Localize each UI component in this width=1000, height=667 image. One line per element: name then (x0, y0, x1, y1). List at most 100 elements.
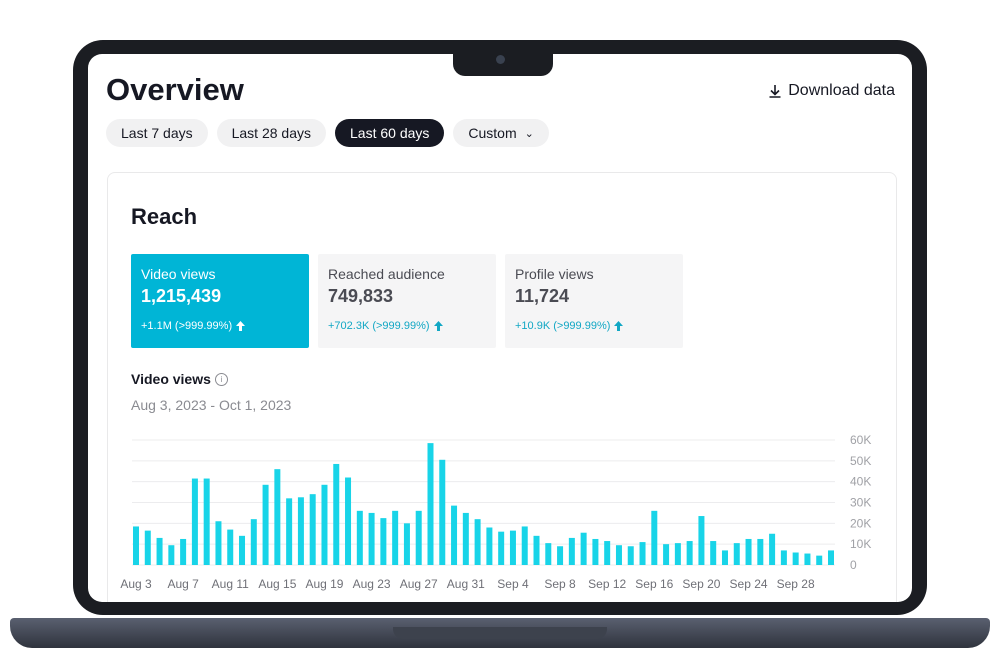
x-tick-label: Aug 11 (212, 577, 249, 591)
x-tick-label: Sep 28 (777, 577, 815, 591)
app-screen: Overview Download data Last 7 days Last … (88, 54, 912, 602)
x-tick-label: Sep 8 (544, 577, 576, 591)
y-tick-label: 10K (850, 537, 871, 551)
filter-label: Last 7 days (121, 125, 193, 141)
filter-custom-dropdown[interactable]: Custom ⌄ (453, 119, 549, 147)
chart-bar[interactable] (274, 469, 281, 565)
x-tick-label: Sep 4 (497, 577, 529, 591)
chart-bar[interactable] (227, 529, 234, 565)
x-tick-label: Sep 16 (635, 577, 673, 591)
chart-bar[interactable] (144, 530, 151, 565)
y-tick-label: 0 (850, 558, 857, 572)
chart-bar[interactable] (580, 532, 587, 565)
x-tick-label: Aug 27 (400, 577, 438, 591)
x-tick-label: Aug 19 (305, 577, 343, 591)
chart-bar[interactable] (427, 443, 434, 565)
chart-bar[interactable] (250, 519, 257, 565)
chart-bar[interactable] (439, 459, 446, 565)
filter-last-7-days[interactable]: Last 7 days (106, 119, 208, 147)
chart-bar[interactable] (604, 541, 611, 565)
chart-bar[interactable] (733, 543, 740, 565)
chart-bar[interactable] (133, 526, 139, 565)
x-tick-label: Sep 12 (588, 577, 626, 591)
chart-bar[interactable] (392, 510, 399, 565)
chart-bar[interactable] (380, 518, 387, 565)
x-tick-label: Sep 20 (682, 577, 720, 591)
chart-bar[interactable] (780, 550, 787, 565)
chart-bar[interactable] (451, 505, 458, 565)
chart-bar[interactable] (356, 510, 363, 565)
x-tick-label: Aug 23 (353, 577, 391, 591)
chart-bar[interactable] (639, 542, 646, 565)
chart-bar[interactable] (345, 477, 352, 566)
chart-bar[interactable] (804, 553, 811, 565)
chart-bar[interactable] (557, 546, 564, 565)
chart-bar[interactable] (156, 537, 163, 565)
chart-bar[interactable] (769, 533, 776, 565)
chart-bar[interactable] (651, 510, 658, 565)
chart-bar[interactable] (415, 510, 422, 565)
chart-bar[interactable] (816, 555, 823, 565)
x-tick-label: Aug 31 (447, 577, 485, 591)
chart-bar[interactable] (239, 535, 246, 565)
chart-bar[interactable] (191, 478, 198, 565)
chart-bar[interactable] (792, 552, 799, 566)
chart-bar[interactable] (509, 530, 516, 565)
y-tick-label: 20K (850, 516, 871, 530)
chart-bar[interactable] (462, 512, 469, 565)
chart-bar[interactable] (828, 550, 834, 565)
chart-bar[interactable] (710, 541, 717, 565)
y-tick-label: 50K (850, 454, 871, 468)
chart-bar[interactable] (474, 519, 481, 565)
chart-bar[interactable] (168, 545, 175, 565)
chart-bar[interactable] (333, 463, 340, 565)
chart-bar[interactable] (321, 484, 328, 565)
chart-bar[interactable] (203, 478, 210, 565)
chart-bar[interactable] (745, 538, 752, 565)
x-tick-label: Aug 7 (167, 577, 199, 591)
chart-bar[interactable] (627, 546, 634, 565)
download-data-label: Download data (788, 82, 895, 99)
chart-bar[interactable] (368, 512, 375, 565)
filter-label: Last 60 days (350, 125, 430, 141)
date-filter-bar: Last 7 days Last 28 days Last 60 days Cu… (106, 119, 549, 147)
y-tick-label: 40K (850, 475, 871, 489)
chart-bar[interactable] (674, 543, 681, 565)
chevron-down-icon: ⌄ (524, 127, 534, 140)
camera-icon (496, 55, 505, 64)
filter-label: Custom (468, 125, 517, 141)
reach-card: Reach Video views 1,215,439 +1.1M (>999.… (107, 172, 897, 602)
chart-bar[interactable] (498, 531, 505, 565)
chart-bar[interactable] (663, 544, 670, 565)
download-icon (769, 85, 781, 98)
chart-bar[interactable] (297, 497, 304, 565)
chart-bar[interactable] (698, 516, 705, 565)
chart-bar[interactable] (521, 526, 528, 565)
x-tick-label: Sep 24 (730, 577, 768, 591)
filter-label: Last 28 days (231, 125, 311, 141)
chart-bar[interactable] (486, 527, 493, 566)
x-tick-label: Aug 15 (258, 577, 296, 591)
filter-last-60-days[interactable]: Last 60 days (335, 119, 445, 147)
download-data-button[interactable]: Download data (768, 82, 895, 100)
chart-bar[interactable] (262, 484, 269, 565)
chart-bar[interactable] (615, 545, 622, 565)
chart-bar[interactable] (568, 537, 575, 565)
page-title: Overview (106, 72, 244, 107)
chart-bar[interactable] (592, 538, 599, 565)
chart-bar[interactable] (686, 541, 693, 565)
chart-bar[interactable] (533, 535, 540, 565)
chart-bar[interactable] (309, 494, 316, 565)
chart-bar[interactable] (545, 543, 552, 565)
chart-bar[interactable] (180, 538, 187, 565)
chart-bar[interactable] (215, 521, 222, 565)
chart-bar[interactable] (757, 538, 764, 565)
video-views-chart: 0 10K 20K 30K 40K 50K 60K Aug 3 Aug 7 Aug 11 Aug 1… (120, 433, 871, 591)
y-tick-label: 30K (850, 496, 871, 510)
chart-bar[interactable] (721, 550, 728, 565)
chart-bar[interactable] (403, 523, 410, 565)
chart-bar[interactable] (286, 498, 293, 565)
y-tick-label: 60K (850, 433, 871, 447)
filter-last-28-days[interactable]: Last 28 days (216, 119, 326, 147)
laptop-hinge (393, 627, 607, 639)
